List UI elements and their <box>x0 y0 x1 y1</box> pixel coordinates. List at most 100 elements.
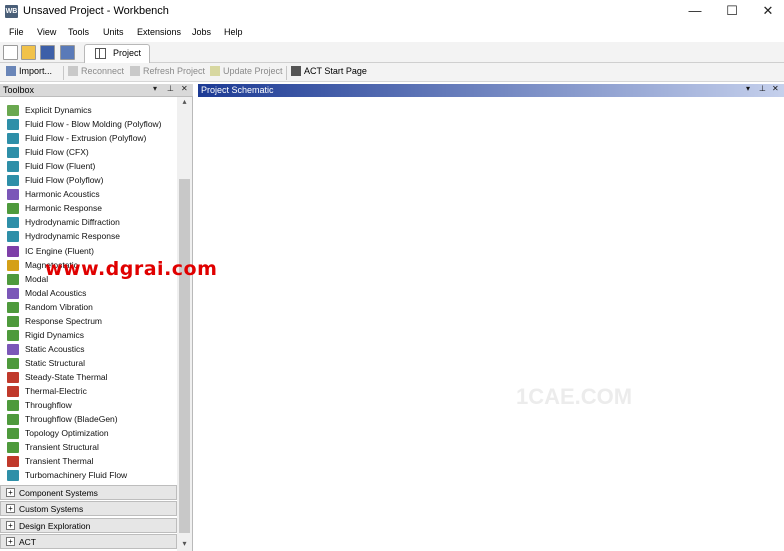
update-project-label: Update Project <box>223 66 283 76</box>
toolbox-item[interactable]: Harmonic Response <box>0 202 177 216</box>
toolbox-item-label: Response Spectrum <box>25 315 103 326</box>
menu-extensions[interactable]: Extensions <box>137 27 181 37</box>
toolbox-item[interactable]: Explicit Dynamics <box>0 104 177 118</box>
tab-project[interactable]: Project <box>84 44 150 63</box>
reconnect-button[interactable]: Reconnect <box>68 66 124 76</box>
toolbox-item[interactable]: IC Engine (Fluent) <box>0 245 177 259</box>
pane-menu-icon[interactable]: ▾ <box>153 84 157 93</box>
structural-icon <box>7 442 19 454</box>
toolbox-section[interactable]: + Component Systems <box>0 485 177 500</box>
toolbox-item[interactable]: Steady-State Thermal <box>0 371 177 385</box>
spectrum-icon <box>7 315 19 327</box>
scroll-down-icon[interactable]: ▾ <box>177 539 192 551</box>
pin-icon[interactable]: ⊥ <box>759 84 766 93</box>
toolbox-pane: Explicit Dynamics Fluid Flow - Blow Moldi… <box>0 97 193 551</box>
expand-icon[interactable]: + <box>6 520 15 530</box>
toolbox-item-label: Hydrodynamic Diffraction <box>25 217 120 228</box>
fluid-icon <box>7 119 19 131</box>
toolbox-section[interactable]: + Custom Systems <box>0 501 177 517</box>
toolbox-item[interactable]: Transient Structural <box>0 441 177 455</box>
schematic-title: Project Schematic <box>201 85 274 95</box>
expand-icon[interactable]: + <box>6 537 15 547</box>
refresh-project-button[interactable]: Refresh Project <box>130 66 205 76</box>
close-pane-icon[interactable]: ✕ <box>181 84 188 93</box>
scroll-up-icon[interactable]: ▴ <box>177 97 192 109</box>
toolbox-scrollbar[interactable]: ▴ ▾ <box>177 97 192 551</box>
toolbox-section[interactable]: + Design Exploration <box>0 517 177 533</box>
close-pane-icon[interactable]: ✕ <box>772 84 779 93</box>
new-file-icon[interactable] <box>3 45 18 60</box>
toolbox-item-label: Fluid Flow - Extrusion (Polyflow) <box>25 133 147 144</box>
toolbox-item[interactable]: Fluid Flow - Blow Molding (Polyflow) <box>0 118 177 132</box>
toolbox-item[interactable]: Transient Thermal <box>0 455 177 469</box>
toolbox-section[interactable]: + ACT <box>0 534 177 550</box>
toolbox-item[interactable]: Harmonic Acoustics <box>0 188 177 202</box>
scroll-thumb[interactable] <box>179 179 190 533</box>
toolbox-item[interactable]: Static Acoustics <box>0 343 177 357</box>
expand-icon[interactable]: + <box>6 504 15 514</box>
throughflow-icon <box>7 400 19 412</box>
menu-tools[interactable]: Tools <box>68 27 89 37</box>
workbench-app-icon: WB <box>5 5 18 18</box>
import-label: Import... <box>19 66 53 76</box>
engine-icon <box>7 245 19 257</box>
toolbox-item[interactable]: Response Spectrum <box>0 315 177 329</box>
reconnect-label: Reconnect <box>81 66 125 76</box>
update-project-button[interactable]: Update Project <box>210 66 283 76</box>
toolbox-item[interactable]: Thermal-Electric <box>0 385 177 399</box>
menu-help[interactable]: Help <box>224 27 243 37</box>
project-schematic-canvas[interactable]: 1CAE.COM <box>198 97 784 551</box>
toolbox-item[interactable]: Throughflow <box>0 399 177 413</box>
toolbox-item[interactable]: Hydrodynamic Diffraction <box>0 216 177 230</box>
toolbox-item[interactable]: Rigid Dynamics <box>0 329 177 343</box>
menu-file[interactable]: File <box>9 27 24 37</box>
expand-icon[interactable]: + <box>6 488 15 497</box>
toolbox-item[interactable]: Modal Acoustics <box>0 287 177 301</box>
open-folder-icon[interactable] <box>21 45 36 60</box>
magnet-icon <box>7 259 19 271</box>
save-as-icon[interactable] <box>60 45 75 60</box>
menu-bar: File View Tools Units Extensions Jobs He… <box>0 25 784 41</box>
toolbox-item[interactable]: Static Structural <box>0 357 177 371</box>
refresh-project-label: Refresh Project <box>143 66 206 76</box>
toolbox-item-label: IC Engine (Fluent) <box>25 245 94 256</box>
toolbox-item[interactable]: Fluid Flow (CFX) <box>0 146 177 160</box>
toolbox-item[interactable]: Hydrodynamic Response <box>0 230 177 244</box>
toolbox-item[interactable]: Fluid Flow (Polyflow) <box>0 174 177 188</box>
close-button[interactable]: ✕ <box>750 0 784 24</box>
thermal-electric-icon <box>7 386 19 397</box>
toolbox-item-label: Rigid Dynamics <box>25 329 85 340</box>
acoustics-icon <box>7 287 19 299</box>
toolbox-item[interactable]: Random Vibration <box>0 301 177 315</box>
save-icon[interactable] <box>40 45 55 60</box>
act-start-page-button[interactable]: ACT Start Page <box>291 66 367 76</box>
toolbox-item[interactable]: Turbomachinery Fluid Flow <box>0 469 177 483</box>
toolbox-item[interactable]: Fluid Flow - Extrusion (Polyflow) <box>0 132 177 146</box>
pin-icon[interactable]: ⊥ <box>167 84 174 93</box>
toolbox-section-label: Custom Systems <box>19 504 84 515</box>
fluid-icon <box>7 161 19 173</box>
modal-icon <box>7 273 19 285</box>
toolbox-item-label: Modal Acoustics <box>25 287 87 298</box>
minimize-button[interactable]: — <box>677 0 713 24</box>
toolbox-item[interactable]: Fluid Flow (Fluent) <box>0 160 177 174</box>
toolbox-item[interactable]: Topology Optimization <box>0 427 177 441</box>
menu-units[interactable]: Units <box>103 27 124 37</box>
toolbox-item[interactable]: Throughflow (BladeGen) <box>0 413 177 427</box>
pane-menu-icon[interactable]: ▾ <box>746 84 750 93</box>
menu-view[interactable]: View <box>37 27 56 37</box>
hydro-icon <box>7 217 19 229</box>
reconnect-icon <box>68 66 78 76</box>
vibration-icon <box>7 301 19 313</box>
toolbox-title: Toolbox <box>3 85 35 95</box>
menu-jobs[interactable]: Jobs <box>192 27 211 37</box>
import-button[interactable]: Import... <box>6 66 52 76</box>
throughflow-icon <box>7 414 19 426</box>
thermal-icon <box>7 456 19 468</box>
toolbox-item-label: Static Acoustics <box>25 343 85 354</box>
maximize-button[interactable]: ☐ <box>714 0 750 24</box>
thermal-icon <box>7 371 19 383</box>
site-watermark: www.dgrai.com <box>45 258 218 280</box>
toolbox-item-label: Thermal-Electric <box>25 386 87 396</box>
toolbox-item-label: Fluid Flow (Polyflow) <box>25 175 104 186</box>
